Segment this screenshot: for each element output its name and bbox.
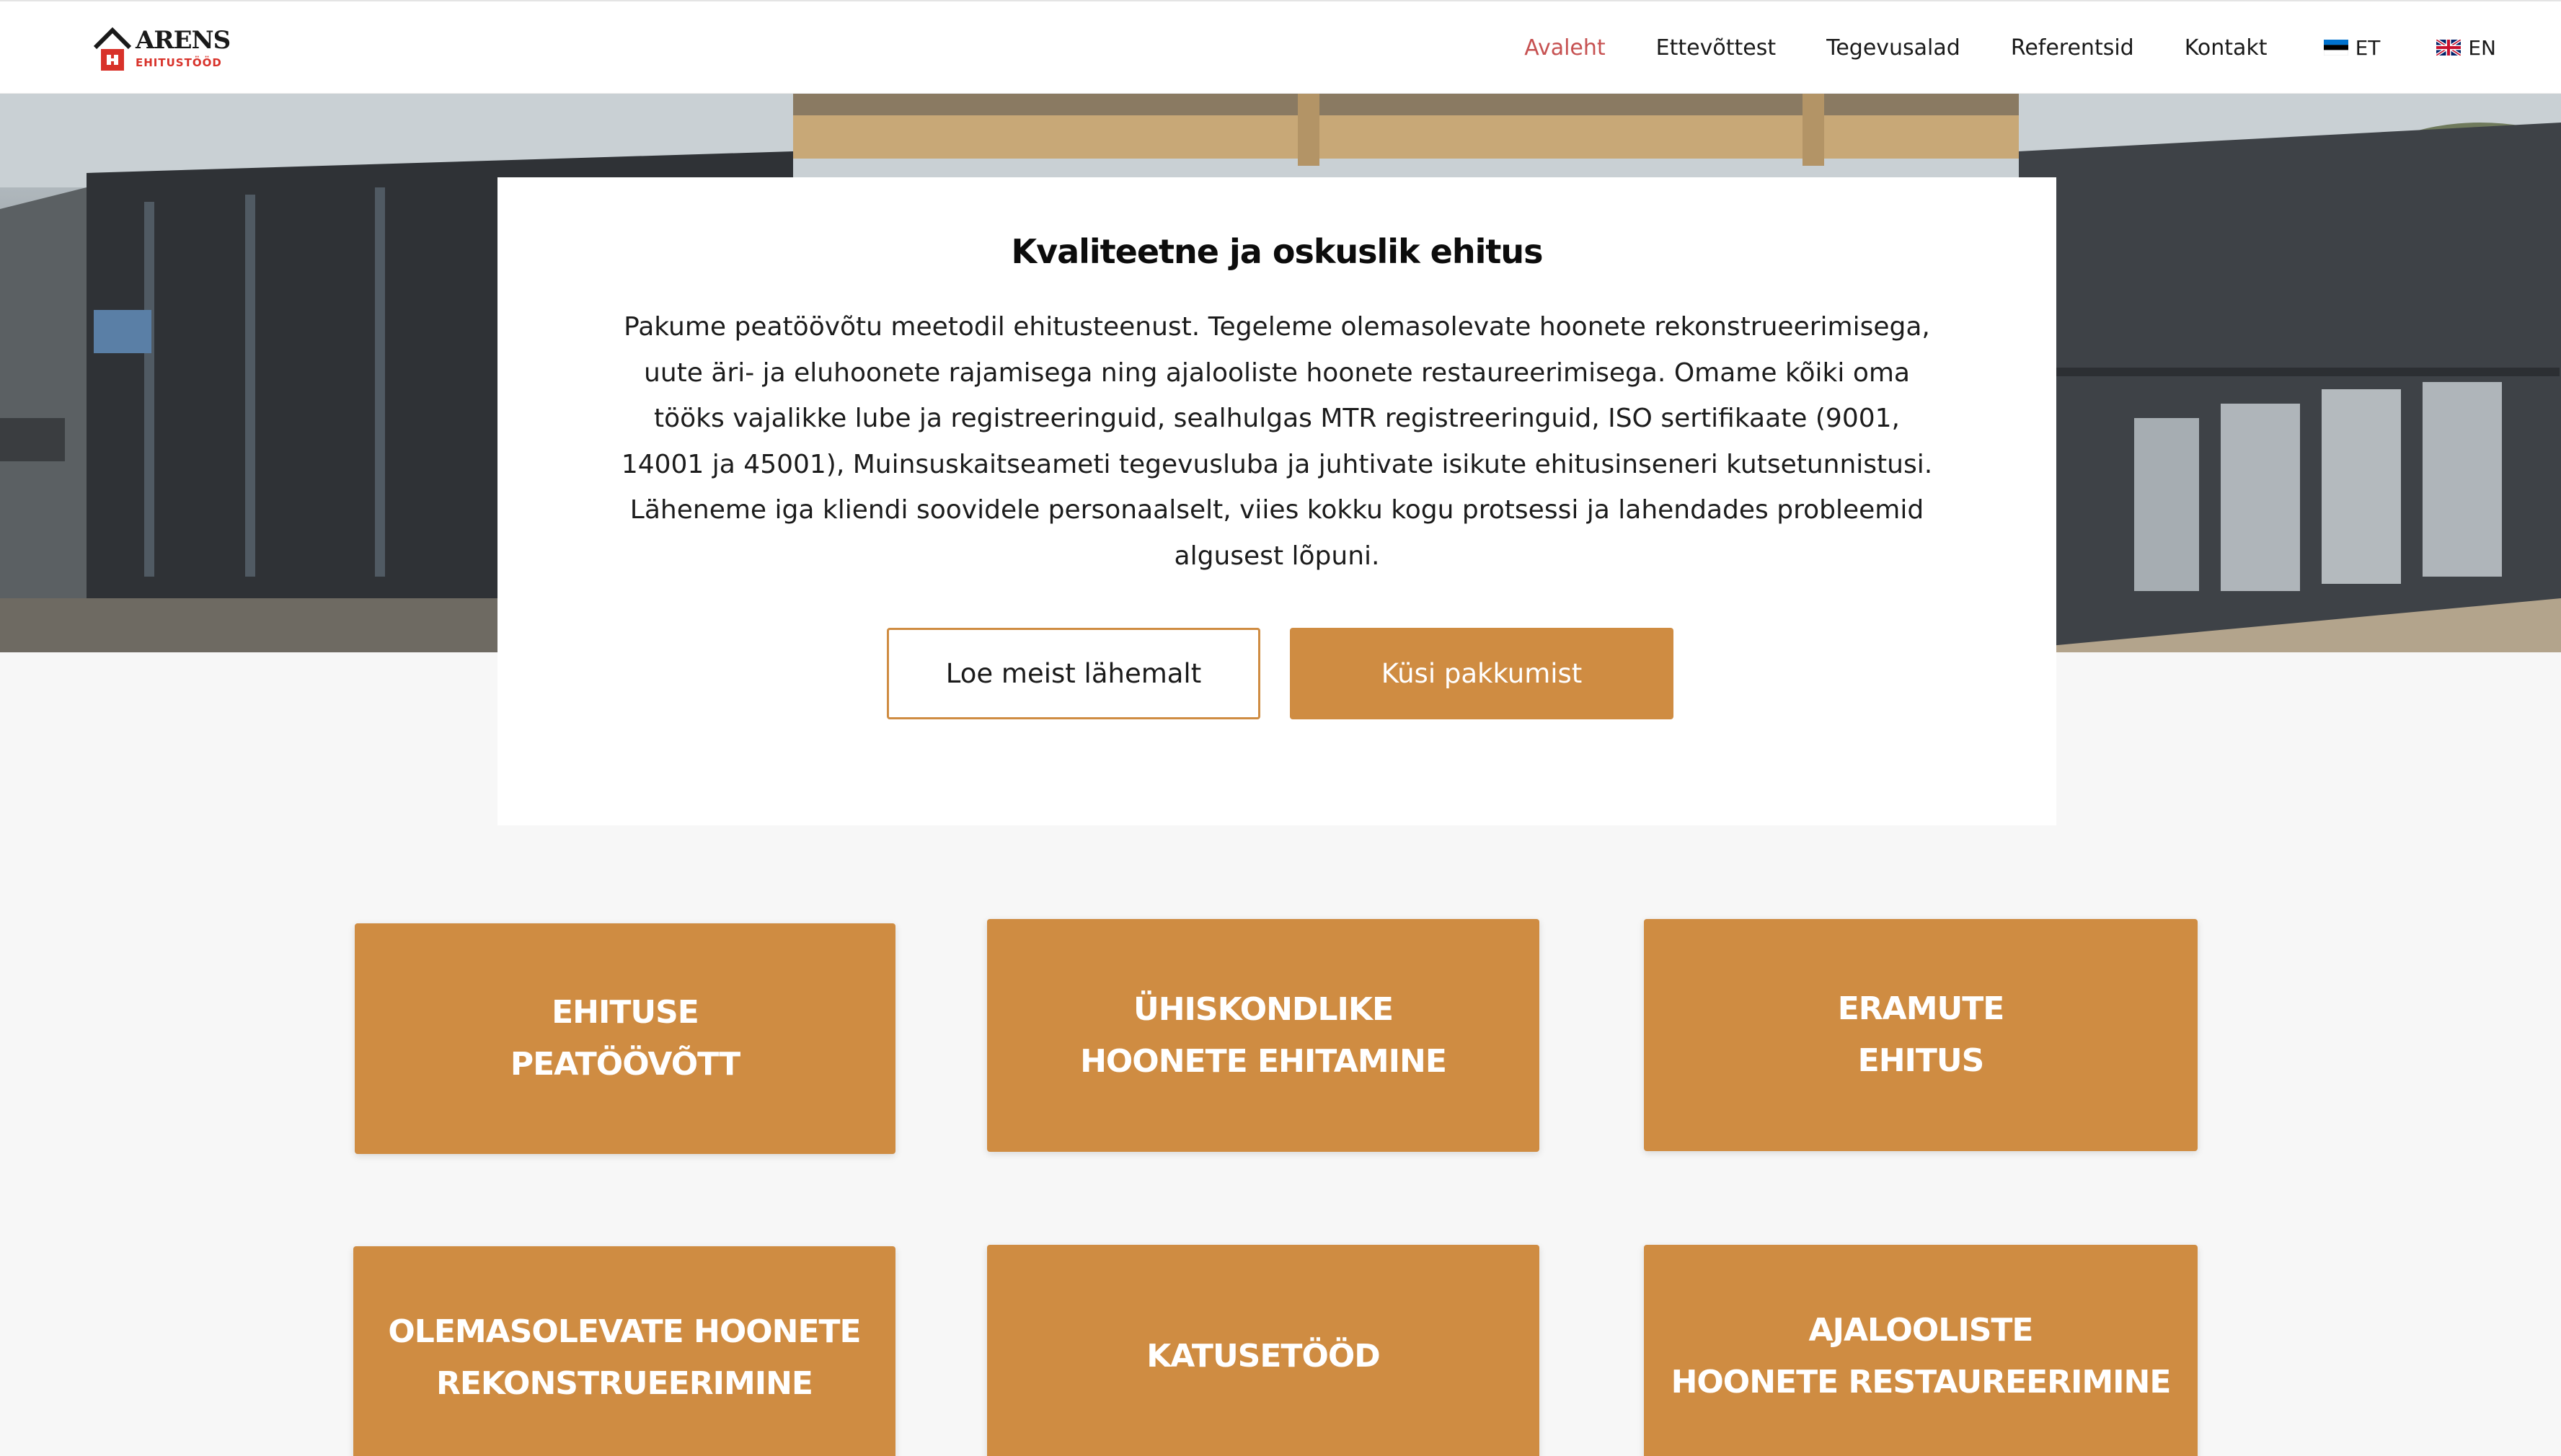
site-header: ARENS EHITUSTÖÖD Avaleht Ettevõttest Teg…: [0, 0, 2561, 94]
estonia-flag-icon: [2323, 40, 2348, 56]
main-nav: Avaleht Ettevõttest Tegevusalad Referent…: [1474, 1, 2496, 94]
service-tile-label: ERAMUTE EHITUS: [1837, 990, 2005, 1079]
nav-link-tegevusalad[interactable]: Tegevusalad: [1826, 35, 1960, 61]
read-more-button[interactable]: Loe meist lähemalt: [887, 628, 1260, 719]
service-tile-label: EHITUSE PEATÖÖVÕTT: [510, 994, 740, 1083]
language-en[interactable]: EN: [2436, 36, 2496, 60]
service-tile-label: OLEMASOLEVATE HOONETE REKONSTRUEERIMINE: [388, 1313, 861, 1402]
language-en-label: EN: [2468, 35, 2496, 60]
intro-text: Pakume peatöövõtu meetodil ehitusteenust…: [621, 312, 1933, 571]
logo-subtitle: EHITUSTÖÖD: [136, 56, 222, 69]
service-tile-label: ÜHISKONDLIKE HOONETE EHITAMINE: [1080, 990, 1447, 1080]
service-tile-private-houses[interactable]: ERAMUTE EHITUS: [1644, 919, 2198, 1151]
language-et[interactable]: ET: [2323, 35, 2381, 60]
service-tile-roofing[interactable]: KATUSETÖÖD: [987, 1245, 1539, 1456]
intro-card: Kvaliteetne ja oskuslik ehitus Pakume pe…: [497, 177, 2056, 825]
company-logo[interactable]: ARENS EHITUSTÖÖD: [92, 23, 231, 76]
language-et-label: ET: [2355, 35, 2381, 60]
logo-name: ARENS: [136, 26, 231, 55]
service-tile-restoration[interactable]: AJALOOLISTE HOONETE RESTAUREERIMINE: [1644, 1245, 2198, 1456]
nav-link-avaleht[interactable]: Avaleht: [1524, 35, 1605, 61]
service-tile-label: KATUSETÖÖD: [1146, 1338, 1381, 1375]
house-logo-icon: [93, 27, 132, 71]
intro-title: Kvaliteetne ja oskuslik ehitus: [1011, 232, 1543, 271]
service-tile-label: AJALOOLISTE HOONETE RESTAUREERIMINE: [1671, 1312, 2172, 1400]
service-tile-reconstruction[interactable]: OLEMASOLEVATE HOONETE REKONSTRUEERIMINE: [353, 1246, 895, 1456]
uk-flag-icon: [2436, 40, 2462, 56]
service-tile-general-contracting[interactable]: EHITUSE PEATÖÖVÕTT: [355, 923, 895, 1154]
nav-link-referentsid[interactable]: Referentsid: [2011, 35, 2134, 61]
nav-link-kontakt[interactable]: Kontakt: [2185, 35, 2268, 61]
nav-link-ettevottest[interactable]: Ettevõttest: [1656, 35, 1776, 61]
service-tile-public-buildings[interactable]: ÜHISKONDLIKE HOONETE EHITAMINE: [987, 919, 1539, 1152]
request-quote-button[interactable]: Küsi pakkumist: [1290, 628, 1673, 719]
